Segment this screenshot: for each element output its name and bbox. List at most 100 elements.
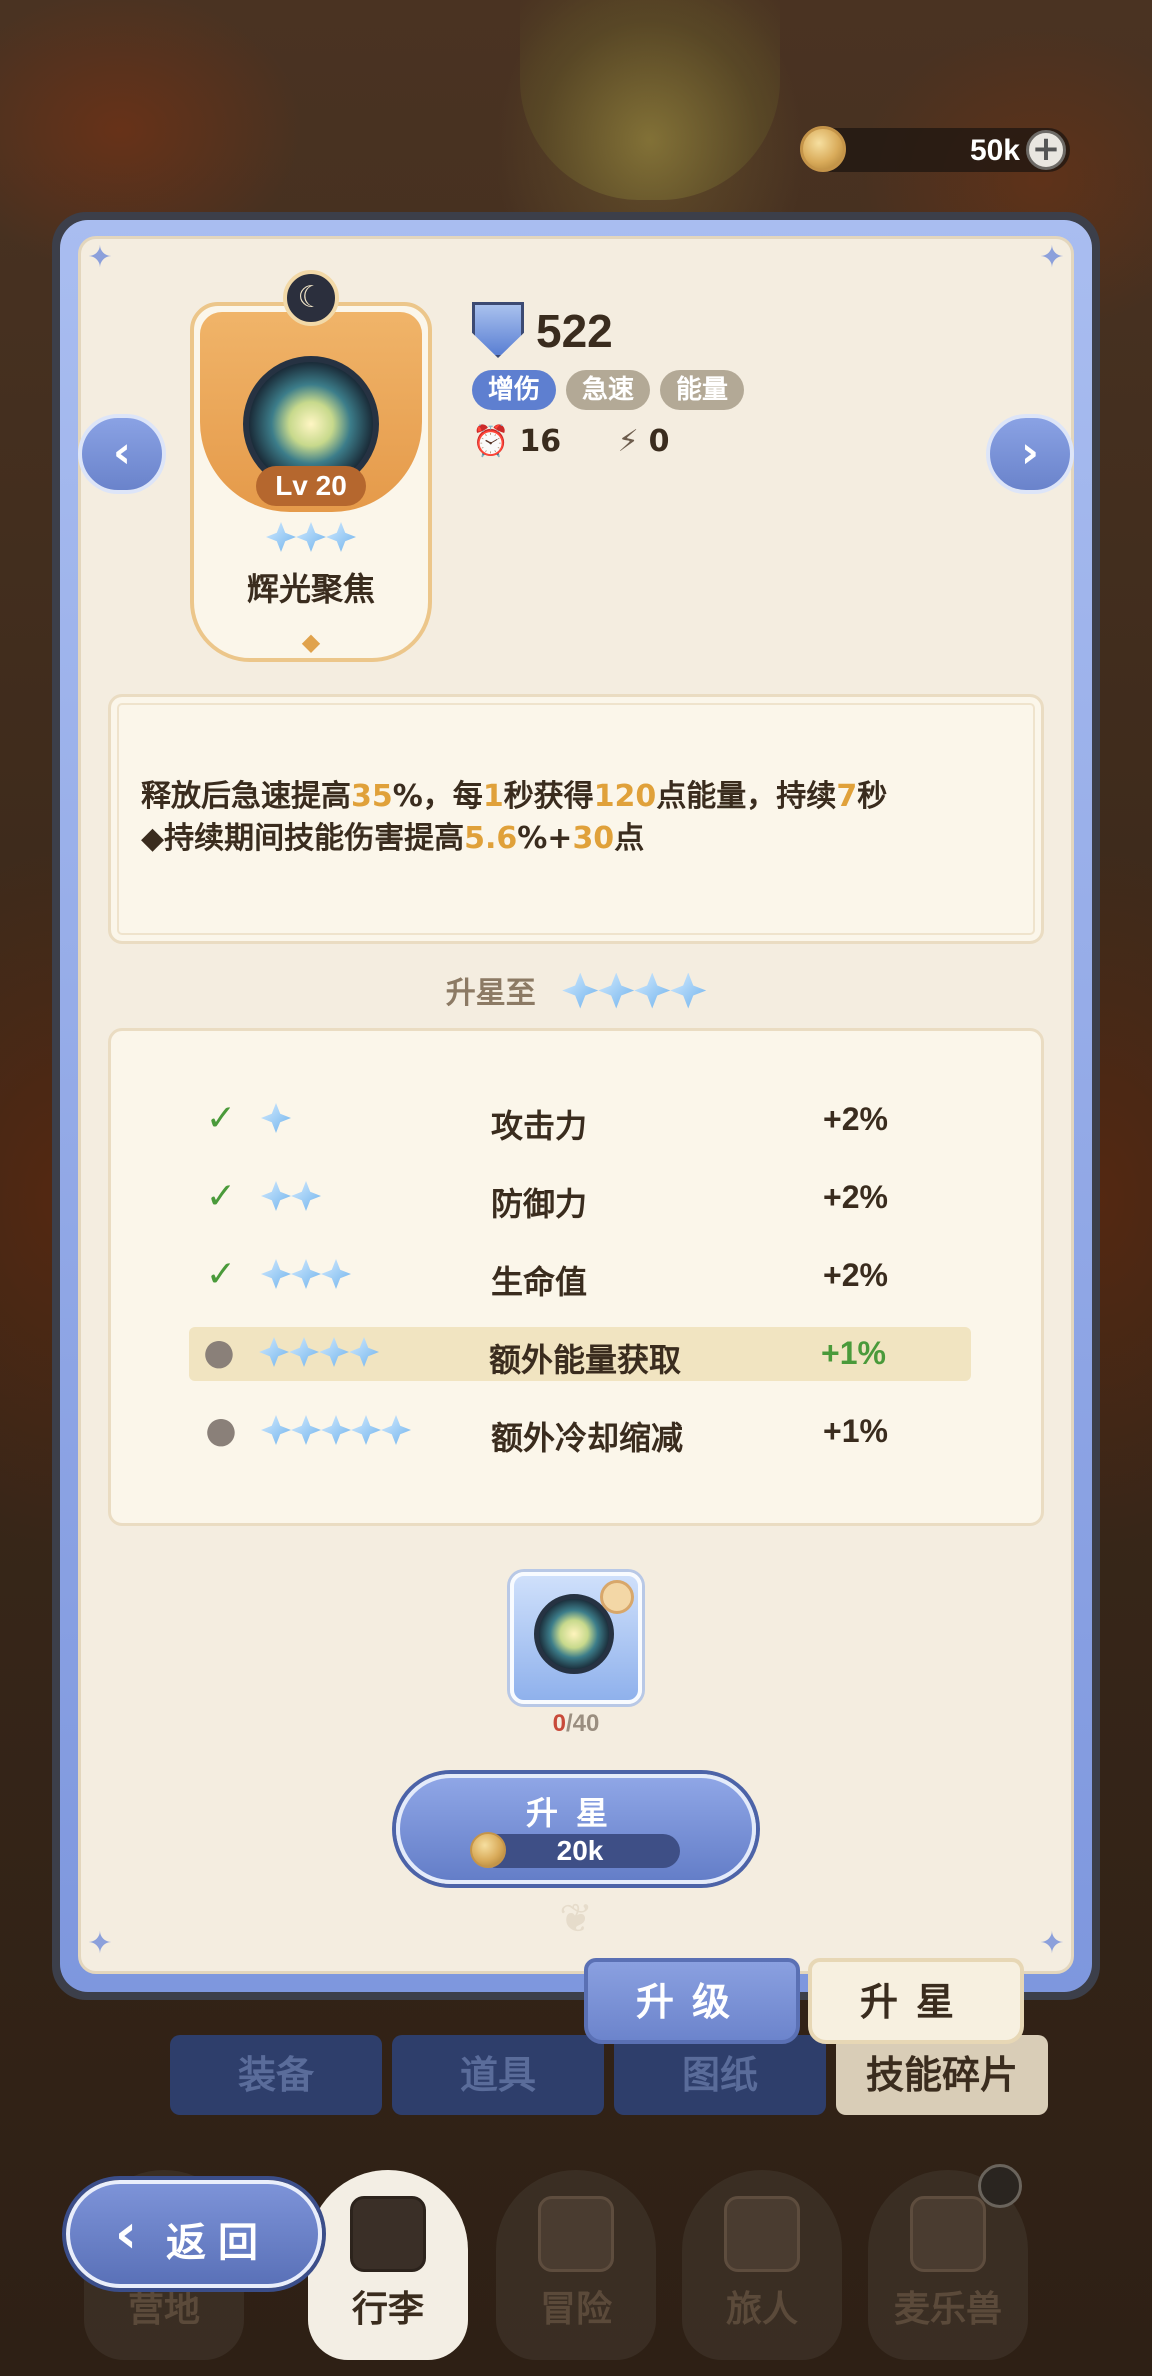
- nav-travelers-label: 旅人: [725, 2289, 798, 2330]
- panel-emblem-icon: ❦: [559, 1896, 593, 1942]
- skill-meta: ⏰ 16 ⚡ 0: [472, 424, 716, 459]
- star-icon: [259, 1257, 293, 1291]
- tag-damage-boost: 增伤: [472, 370, 557, 410]
- highlight-number: 35: [351, 779, 393, 814]
- star-icon: [259, 1179, 293, 1213]
- star-icon: [289, 1179, 323, 1213]
- star-icon: [257, 1335, 291, 1369]
- description-text: 点能量，持续: [656, 779, 837, 814]
- skill-star-rating: [194, 520, 428, 558]
- nav-pets[interactable]: 麦乐兽: [868, 2164, 1028, 2360]
- corner-ornament-icon: ✦: [1039, 240, 1065, 275]
- add-gold-button[interactable]: +: [1026, 130, 1066, 170]
- nav-adventure-label: 冒险: [539, 2289, 612, 2330]
- skill-tags: 增伤 急速 能量: [472, 370, 754, 410]
- energy-value: 0: [648, 424, 670, 459]
- previous-skill-button[interactable]: ‹: [78, 414, 166, 494]
- bonus-name: 防御力: [491, 1185, 588, 1223]
- target-star-rating: [562, 971, 706, 1019]
- star-icon: [289, 1257, 323, 1291]
- alarm-clock-icon: ⏰: [472, 424, 510, 459]
- bonus-row: ● 额外能量获取 +1%: [189, 1327, 971, 1381]
- description-text: %+: [517, 821, 573, 856]
- back-button[interactable]: ‹ 返回: [66, 2180, 322, 2288]
- bonus-star-rating: [261, 1257, 351, 1295]
- bonus-name: 额外冷却缩减: [491, 1419, 684, 1457]
- star-icon: [560, 971, 600, 1011]
- star-icon: [259, 1101, 293, 1135]
- tab-blueprints[interactable]: 图纸: [614, 2035, 826, 2115]
- description-text: ◆持续期间技能伤害提高: [141, 821, 465, 856]
- bonus-value: +1%: [823, 1413, 888, 1449]
- description-text: 秒获得: [503, 779, 594, 814]
- description-line-1: 释放后急速提高35%，每1秒获得120点能量，持续7秒: [141, 771, 887, 815]
- tab-star-up[interactable]: 升星: [808, 1958, 1024, 2044]
- bonus-value: +1%: [821, 1335, 886, 1371]
- star-icon: [259, 1413, 293, 1447]
- corner-ornament-icon: ✦: [87, 240, 113, 275]
- tag-haste: 急速: [566, 370, 651, 410]
- highlight-number: 120: [593, 779, 657, 814]
- nav-bag[interactable]: 行李: [308, 2170, 468, 2360]
- nav-pets-label: 麦乐兽: [893, 2289, 1002, 2330]
- bonus-star-rating: [259, 1335, 379, 1373]
- star-icon: [596, 971, 636, 1011]
- bonus-star-rating: [261, 1101, 291, 1139]
- gold-coin-icon: [800, 126, 846, 172]
- corner-ornament-icon: ✦: [1039, 1926, 1065, 1961]
- bonus-value: +2%: [823, 1257, 888, 1293]
- pet-icon: [910, 2196, 986, 2272]
- check-icon: ✓: [205, 1098, 237, 1139]
- fragment-owned: 0: [552, 1710, 566, 1737]
- highlight-number: 7: [836, 779, 858, 814]
- cooldown-value: 16: [519, 424, 562, 459]
- description-text: 点: [614, 821, 645, 856]
- inventory-category-tabs: 装备 道具 图纸 技能碎片: [170, 2035, 1050, 2120]
- star-icon: [294, 520, 328, 554]
- bonus-name: 生命值: [491, 1263, 588, 1301]
- star-icon: [289, 1413, 323, 1447]
- star-upgrade-label: 升星至: [445, 976, 536, 1011]
- fragment-required: /40: [565, 1710, 600, 1737]
- fragment-badge-icon: [600, 1580, 634, 1614]
- nav-travelers[interactable]: 旅人: [682, 2170, 842, 2360]
- star-up-label: 升星: [525, 1794, 626, 1832]
- skill-description-box: 释放后急速提高35%，每1秒获得120点能量，持续7秒 ◆持续期间技能伤害提高5…: [108, 694, 1044, 944]
- tag-energy: 能量: [660, 370, 745, 410]
- highlight-number: 30: [572, 821, 615, 856]
- skill-fragment-item[interactable]: [510, 1572, 642, 1704]
- gold-amount: 50k: [969, 134, 1020, 167]
- lock-icon: ●: [205, 1410, 237, 1451]
- description-text: 秒: [857, 779, 888, 814]
- check-icon: ✓: [205, 1176, 237, 1217]
- description-text: %，每: [392, 779, 483, 814]
- bonus-row: ✓ 攻击力 +2%: [191, 1093, 971, 1147]
- next-skill-button[interactable]: ›: [986, 414, 1074, 494]
- corner-ornament-icon: ✦: [87, 1926, 113, 1961]
- description-text: 释放后急速提高: [141, 779, 351, 814]
- bonus-value: +2%: [823, 1101, 888, 1137]
- lock-icon: ●: [203, 1332, 235, 1373]
- tab-skill-fragments[interactable]: 技能碎片: [836, 2035, 1048, 2115]
- tab-upgrade[interactable]: 升级: [584, 1958, 800, 2044]
- skill-level-badge: Lv 20: [256, 466, 366, 506]
- star-icon: [324, 520, 358, 554]
- nav-bag-label: 行李: [351, 2289, 424, 2330]
- highlight-number: 5.6: [464, 821, 518, 856]
- traveler-icon: [724, 2196, 800, 2272]
- bonus-star-rating: [261, 1413, 411, 1451]
- star-up-button[interactable]: 升星 20k: [396, 1774, 756, 1884]
- bonus-row: ✓ 防御力 +2%: [191, 1171, 971, 1225]
- bonus-value: +2%: [823, 1179, 888, 1215]
- bag-icon: [350, 2196, 426, 2272]
- tab-items[interactable]: 道具: [392, 2035, 604, 2115]
- bonus-name: 额外能量获取: [489, 1341, 682, 1379]
- bonus-star-rating: [261, 1179, 321, 1217]
- gold-currency-bar: 50k +: [800, 126, 1070, 172]
- nav-adventure[interactable]: 冒险: [496, 2170, 656, 2360]
- star-bonus-list: ✓ 攻击力 +2% ✓ 防御力 +2% ✓ 生命值 +2% ● 额外能量获取 +1% ● 额外冷却缩减 +1…: [108, 1028, 1044, 1526]
- star-icon: [349, 1413, 383, 1447]
- tab-equipment[interactable]: 装备: [170, 2035, 382, 2115]
- bonus-row: ● 额外冷却缩减 +1%: [191, 1405, 971, 1459]
- skill-card: ☾ Lv 20 辉光聚焦 ◆: [190, 270, 432, 662]
